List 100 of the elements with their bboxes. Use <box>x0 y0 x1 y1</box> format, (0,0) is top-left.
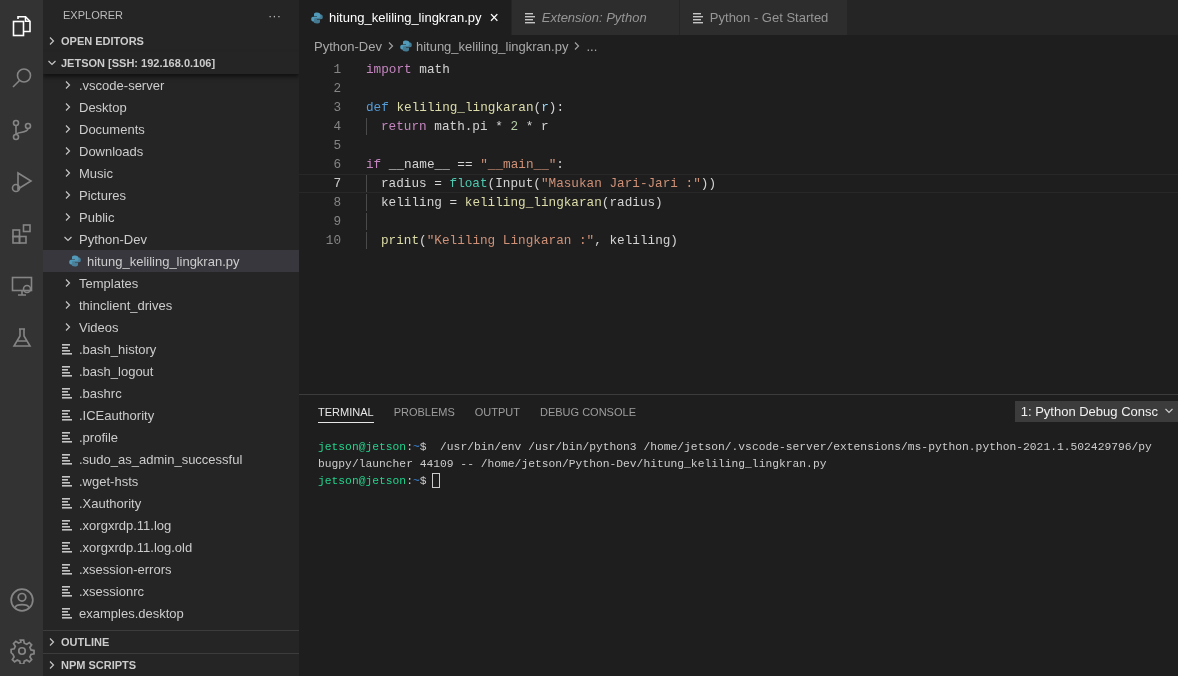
lines-icon <box>61 453 73 465</box>
tree-item[interactable]: thinclient_drives <box>43 294 299 316</box>
line-number: 8 <box>332 195 341 210</box>
lines-icon <box>61 563 73 575</box>
terminal-cursor <box>432 473 441 488</box>
chevron-icon <box>63 146 73 156</box>
terminal-text: : <box>406 474 413 487</box>
code-line: return math.pi * 2 * r <box>381 119 549 134</box>
line-number: 7 <box>332 176 341 191</box>
python-icon <box>399 40 412 52</box>
monitor-icon[interactable] <box>9 274 34 298</box>
tree-item[interactable]: Public <box>43 206 299 228</box>
lines-icon <box>61 431 73 443</box>
line-number: 9 <box>332 214 341 229</box>
tree-item[interactable]: .xsession-errors <box>43 558 299 580</box>
lines-icon <box>61 365 73 377</box>
tree-item[interactable]: .bash_logout <box>43 360 299 382</box>
tree-item[interactable]: Pictures <box>43 184 299 206</box>
chevron-icon <box>63 322 73 332</box>
chevron-icon <box>47 637 57 647</box>
more-actions-button[interactable]: ··· <box>268 7 281 23</box>
code-line: keliling = keliling_lingkaran(radius) <box>381 195 663 210</box>
panel-tab[interactable]: DEBUG CONSOLE <box>540 399 636 423</box>
python-icon <box>311 11 323 24</box>
tree-item[interactable]: .wget-hsts <box>43 470 299 492</box>
line-number: 4 <box>332 119 341 134</box>
chevron-icon <box>63 212 73 222</box>
tree-item[interactable]: .vscode-server <box>43 74 299 96</box>
breadcrumb-item[interactable]: Python-Dev <box>314 38 382 54</box>
editor-tab[interactable]: hitung_keliling_lingkran.py × <box>299 0 512 35</box>
lines-icon <box>61 387 73 399</box>
chevron-icon <box>63 168 73 178</box>
panel-tab[interactable]: OUTPUT <box>474 399 520 423</box>
line-number: 10 <box>324 233 341 248</box>
code-line: def keliling_lingkaran(r): <box>366 100 564 115</box>
extensions-icon[interactable] <box>9 222 34 246</box>
close-button[interactable]: × <box>489 8 499 27</box>
lines-icon <box>61 409 73 421</box>
tree-item[interactable]: Python-Dev <box>43 228 299 250</box>
chevron-down-icon <box>1164 406 1174 416</box>
python-icon <box>69 255 81 267</box>
line-number: 6 <box>332 157 341 172</box>
lines-icon <box>61 607 73 619</box>
settings-icon[interactable] <box>8 637 35 664</box>
terminal-text: ~ <box>412 440 420 453</box>
tree-item[interactable]: .xorgxrdp.11.log <box>43 514 299 536</box>
sidebar-title: EXPLORER <box>63 9 123 21</box>
tree-item[interactable]: Templates <box>43 272 299 294</box>
tree-item[interactable]: .xsessionrc <box>43 580 299 602</box>
code-line: import math <box>366 62 450 77</box>
tree-item[interactable]: Desktop <box>43 96 299 118</box>
lines-icon <box>61 343 73 355</box>
line-number: 2 <box>332 81 341 96</box>
chevron-icon <box>47 660 57 670</box>
tree-item[interactable]: .xorgxrdp.11.log.old <box>43 536 299 558</box>
chevron-icon <box>63 102 73 112</box>
terminal-text: $ <box>419 474 427 487</box>
chevron-icon <box>63 124 73 134</box>
tree-item[interactable]: .bash_history <box>43 338 299 360</box>
lines-icon <box>523 11 536 24</box>
tree-item[interactable]: .Xauthority <box>43 492 299 514</box>
lines-icon <box>691 11 704 24</box>
chevron-icon <box>63 278 73 288</box>
line-number: 5 <box>332 138 341 153</box>
section-header[interactable]: JETSON [SSH: 192.168.0.106] <box>43 52 299 74</box>
tree-item[interactable]: Documents <box>43 118 299 140</box>
tree-item[interactable]: .profile <box>43 426 299 448</box>
chevron-icon <box>47 36 57 46</box>
code-line: print("Keliling Lingkaran :", keliling) <box>381 233 678 248</box>
line-number: 1 <box>332 62 341 77</box>
terminal-text: : <box>406 440 413 453</box>
breadcrumb-item[interactable]: ... <box>586 38 598 54</box>
chevron-icon <box>63 80 73 90</box>
tree-item[interactable]: examples.desktop <box>43 602 299 624</box>
lines-icon <box>61 585 73 597</box>
chevron-icon <box>47 58 57 68</box>
editor-tab[interactable]: Python - Get Started <box>679 0 848 35</box>
chevron-icon <box>63 300 73 310</box>
terminal-text: $ /usr/bin/env /usr/bin/python3 /home/jetson/.vscode-server/extensions/ms-python.python-2021.1.502429796/py <box>419 440 1152 453</box>
tree-item[interactable]: .sudo_as_admin_successful <box>43 448 299 470</box>
tree-item[interactable]: Music <box>43 162 299 184</box>
play-bug-icon[interactable] <box>9 170 34 194</box>
lines-icon <box>61 475 73 487</box>
tree-item[interactable]: .ICEauthority <box>43 404 299 426</box>
terminal-dropdown[interactable]: 1: Python Debug Consc <box>1014 400 1178 422</box>
editor-tab[interactable]: Extension: Python <box>511 0 680 35</box>
tree-item[interactable]: .bashrc <box>43 382 299 404</box>
tree-item[interactable]: Videos <box>43 316 299 338</box>
breadcrumb-item[interactable]: hitung_keliling_lingkran.py <box>415 38 569 54</box>
code-line: radius = float(Input("Masukan Jari-Jari :")) <box>381 176 717 191</box>
panel-tab[interactable]: PROBLEMS <box>393 399 455 423</box>
terminal-text: jetson@jetson <box>318 440 407 453</box>
lines-icon <box>61 519 73 531</box>
panel-tab[interactable]: TERMINAL <box>318 399 374 423</box>
terminal-text: bugpy/launcher 44109 -- /home/jetson/Python-Dev/hitung_keliling_lingkran.py <box>318 457 827 470</box>
line-number: 3 <box>332 100 341 115</box>
tree-item[interactable]: hitung_keliling_lingkran.py <box>43 250 299 272</box>
tree-item[interactable]: Downloads <box>43 140 299 162</box>
terminal-text: ~ <box>412 474 420 487</box>
account-icon[interactable] <box>8 586 35 613</box>
